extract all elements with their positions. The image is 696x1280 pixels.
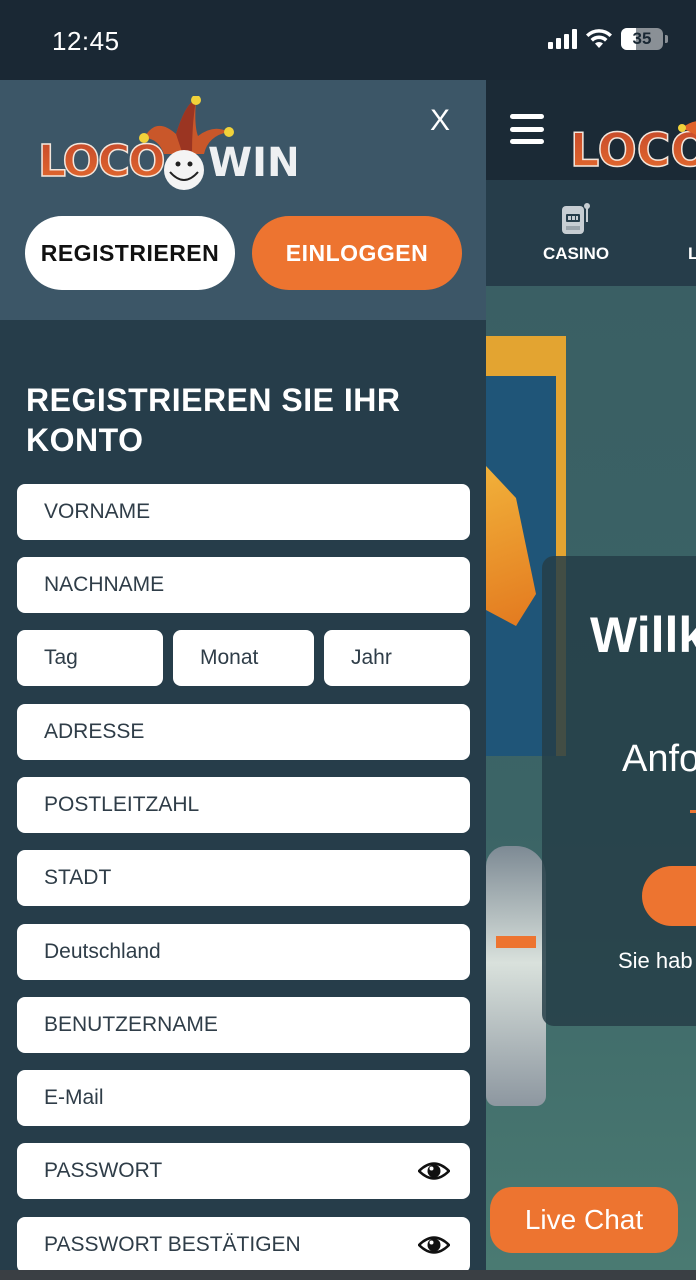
birth-day-field[interactable]: Tag	[17, 630, 163, 686]
password-placeholder: PASSWORT	[44, 1159, 163, 1182]
site-nav: CASINO L	[486, 180, 696, 286]
status-icons: 35	[548, 28, 668, 50]
hero-divider	[690, 810, 696, 813]
login-button[interactable]: EINLOGGEN	[252, 216, 462, 290]
first-name-field[interactable]: VORNAME	[17, 484, 470, 540]
site-header: LOCO	[486, 80, 696, 180]
logo-loco-text: LOCO	[38, 136, 164, 187]
hero-subtitle: Anfo	[622, 738, 696, 780]
show-password-eye-icon[interactable]	[418, 1160, 450, 1182]
address-field[interactable]: ADRESSE	[17, 704, 470, 760]
email-field[interactable]: E-Mail	[17, 1070, 470, 1126]
knight-stripe-illustration	[496, 936, 536, 948]
form-title: REGISTRIEREN SIE IHR KONTO	[26, 382, 401, 458]
hero-banner: Willk Anfo Sie hab	[486, 286, 696, 1270]
show-confirm-password-eye-icon[interactable]	[418, 1234, 450, 1256]
clock: 12:45	[52, 26, 120, 56]
nav-item-label: CASINO	[542, 244, 610, 263]
cellular-signal-icon	[548, 29, 577, 49]
username-field[interactable]: BENUTZERNAME	[17, 997, 470, 1053]
confirm-password-placeholder: PASSWORT BESTÄTIGEN	[44, 1233, 301, 1256]
battery-tip	[665, 35, 668, 43]
drawer-header: LOCO WIN X REGISTRIEREN EINLOGGEN	[0, 80, 486, 320]
logo-win-text: WIN	[208, 140, 296, 186]
logo-text: LOCO	[570, 123, 696, 174]
knight-illustration	[486, 846, 546, 1106]
background-page: LOCO CASINO L Willk Anfo Sie hab Live Ch…	[486, 80, 696, 1270]
hero-cta-button[interactable]	[642, 866, 696, 926]
postal-code-field[interactable]: POSTLEITZAHL	[17, 777, 470, 833]
banner-top-illustration	[486, 336, 566, 376]
hamburger-menu-icon[interactable]	[510, 114, 544, 144]
registration-drawer: LOCO WIN X REGISTRIEREN EINLOGGEN REGIST…	[0, 80, 486, 1270]
hero-note: Sie hab	[618, 948, 693, 973]
birth-year-field[interactable]: Jahr	[324, 630, 470, 686]
browser-bottom-bar	[0, 1270, 696, 1280]
site-logo[interactable]: LOCO	[569, 118, 696, 179]
country-select[interactable]: Deutschland	[17, 924, 470, 980]
battery-level: 35	[632, 29, 652, 48]
live-chat-button[interactable]: Live Chat	[490, 1187, 678, 1253]
battery-icon: 35	[621, 28, 663, 50]
confirm-password-field[interactable]: PASSWORT BESTÄTIGEN	[17, 1217, 470, 1270]
city-field[interactable]: STADT	[17, 850, 470, 906]
wifi-icon	[586, 29, 612, 48]
register-button[interactable]: REGISTRIEREN	[25, 216, 235, 290]
close-button[interactable]: X	[430, 104, 450, 138]
hero-welcome-heading: Willk	[590, 607, 696, 663]
password-field[interactable]: PASSWORT	[17, 1143, 470, 1199]
nav-item-casino[interactable]: CASINO	[536, 200, 616, 264]
birth-month-field[interactable]: Monat	[173, 630, 314, 686]
nav-item-partial[interactable]: L	[688, 244, 696, 264]
status-bar: 12:45 35	[0, 0, 696, 80]
last-name-field[interactable]: NACHNAME	[17, 557, 470, 613]
brand-logo: LOCO WIN	[36, 95, 300, 201]
slot-machine-icon	[562, 203, 590, 234]
